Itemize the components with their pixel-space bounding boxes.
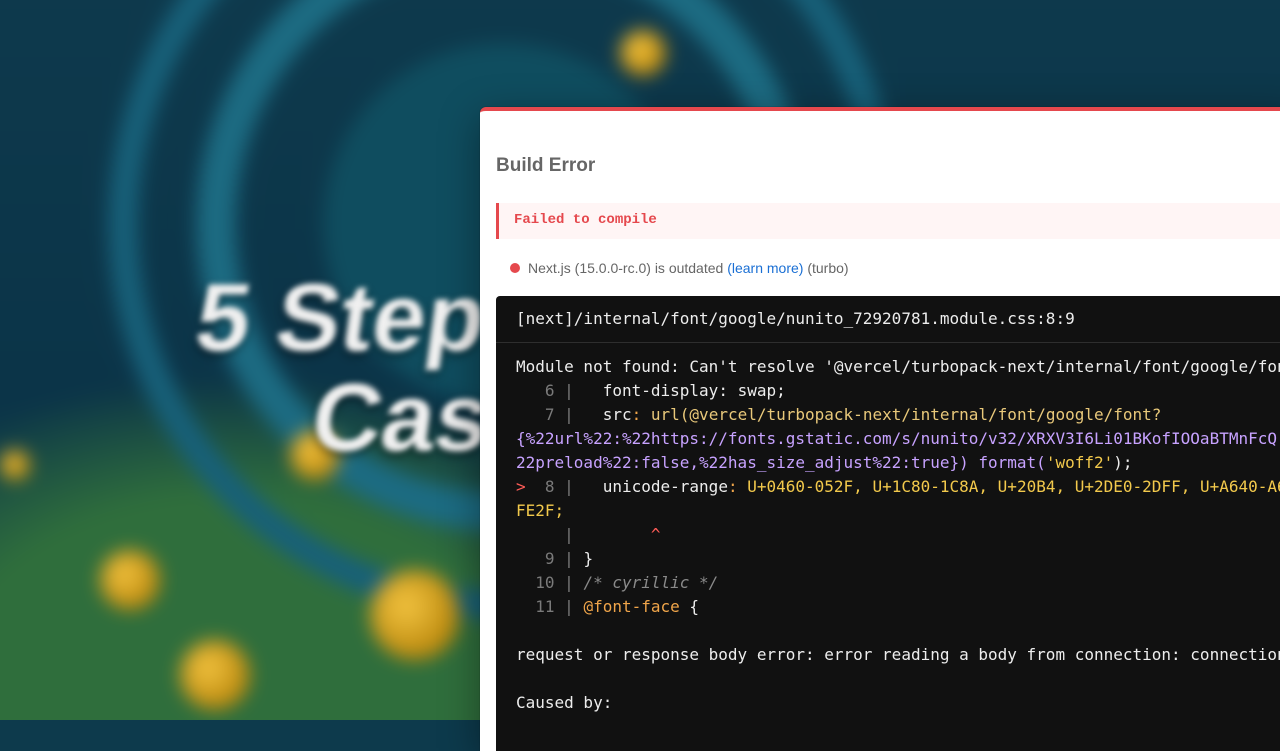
build-error-overlay: Build Error Failed to compile Next.js (1… <box>480 107 1280 751</box>
failed-message: Failed to compile <box>514 212 657 228</box>
background-title-line1: 5 Step <box>189 264 493 371</box>
code-frame-body: Module not found: Can't resolve '@vercel… <box>496 343 1280 727</box>
coin-decoration <box>370 570 460 660</box>
coin-decoration <box>620 30 666 76</box>
code-line-7: 7 | src: url(@vercel/turbopack-next/inte… <box>544 405 1162 424</box>
line-number: 11 <box>535 597 555 616</box>
error-caret: ^ <box>650 525 661 544</box>
error-message-line: Module not found: Can't resolve '@vercel… <box>516 357 1280 376</box>
code-line-8-wrap: FE2F; <box>516 501 565 520</box>
line-number: 8 <box>544 477 555 496</box>
version-text: Next.js (15.0.0-rc.0) is outdated <box>528 260 724 276</box>
error-caret-line: | ^ <box>564 525 661 544</box>
line-number: 7 <box>544 405 555 424</box>
failed-to-compile-banner: Failed to compile <box>496 203 1280 239</box>
caused-by-line: Caused by: <box>516 693 613 712</box>
background-title: 5 Step Cas <box>176 264 510 471</box>
line-number: 10 <box>535 573 555 592</box>
error-file-location: [next]/internal/font/google/nunito_72920… <box>496 296 1280 343</box>
code-line-6: 6 | font-display: swap; <box>544 381 786 400</box>
code-line-11: 11 | @font-face { <box>535 597 700 616</box>
background-title-line2: Cas <box>305 364 497 471</box>
learn-more-link[interactable]: (learn more) <box>727 260 803 276</box>
outdated-status-dot-icon <box>510 263 520 273</box>
error-marker: > <box>516 477 526 496</box>
overlay-title: Build Error <box>496 155 596 176</box>
bundler-label: (turbo) <box>807 260 849 276</box>
coin-decoration <box>100 550 160 610</box>
coin-decoration <box>0 450 30 480</box>
code-line-8-error: > 8 | unicode-range: U+0460-052F, U+1C80… <box>516 477 1280 496</box>
line-number: 9 <box>544 549 555 568</box>
error-code-frame: [next]/internal/font/google/nunito_72920… <box>496 296 1280 751</box>
coin-decoration <box>180 640 250 710</box>
version-status: Next.js (15.0.0-rc.0) is outdated (learn… <box>510 260 849 276</box>
code-line-7-wrap-1: {%22url%22:%22https://fonts.gstatic.com/… <box>516 429 1277 448</box>
request-error-line: request or response body error: error re… <box>516 645 1280 664</box>
code-line-10: 10 | /* cyrillic */ <box>535 573 719 592</box>
code-line-7-wrap-2: 22preload%22:false,%22has_size_adjust%22… <box>516 453 1133 472</box>
line-number: 6 <box>544 381 555 400</box>
code-line-9: 9 | } <box>544 549 594 568</box>
